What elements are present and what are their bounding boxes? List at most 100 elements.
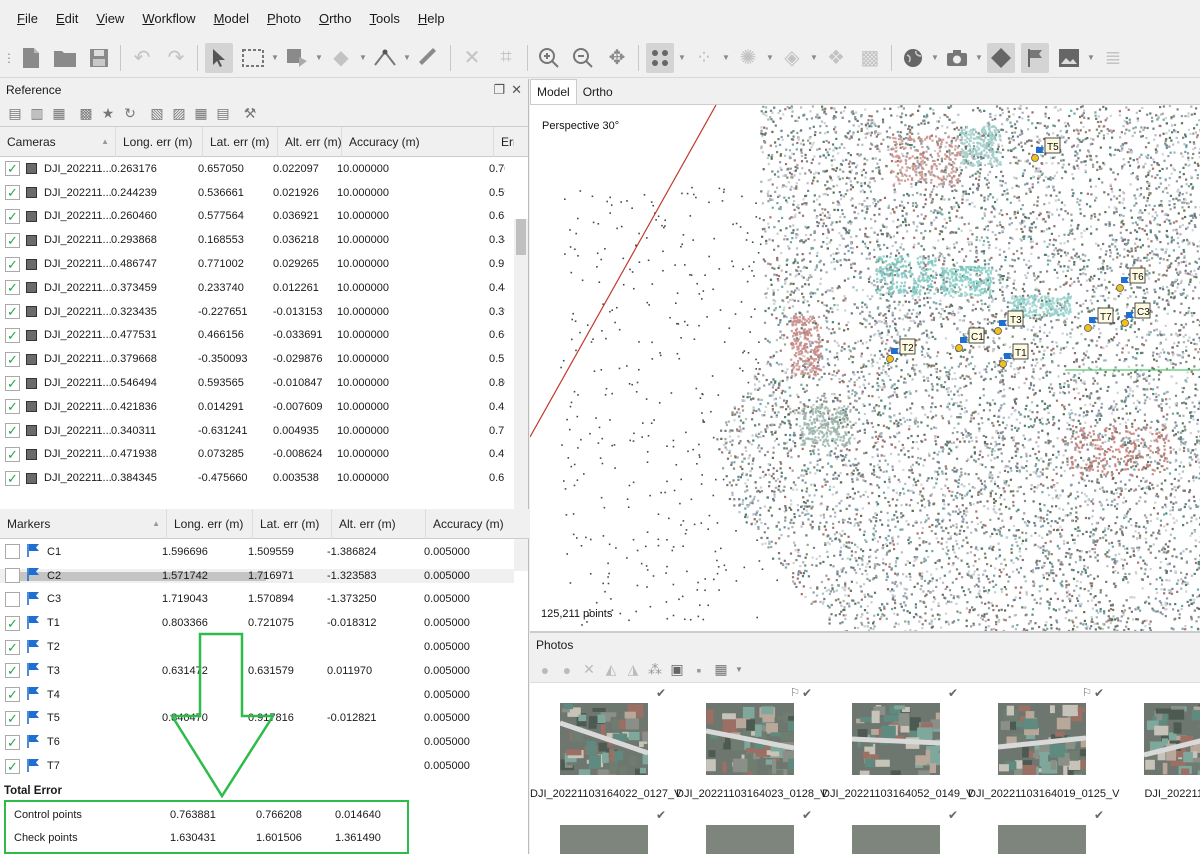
menu-help[interactable]: Help <box>409 0 454 38</box>
enable-checkbox[interactable]: ✓ <box>5 470 20 486</box>
enable-checkbox[interactable]: ✓ <box>5 687 20 703</box>
globe-icon[interactable] <box>899 43 927 73</box>
photo-image[interactable] <box>998 825 1086 854</box>
draw-dropdown-icon[interactable]: ▼ <box>359 43 367 73</box>
move-dropdown-icon[interactable]: ▼ <box>315 43 323 73</box>
view-source-icon[interactable]: ▧ <box>149 105 165 122</box>
table-row[interactable]: ✓ DJI_202211... 0.546494 0.593565 -0.010847 1… <box>0 371 528 395</box>
camera-dropdown-icon[interactable]: ▼ <box>975 43 983 73</box>
grid-view-icon[interactable]: ▦ <box>713 661 729 678</box>
col-error[interactable]: Err <box>494 127 514 157</box>
enable-checkbox[interactable]: ✓ <box>5 446 20 462</box>
photo-image[interactable] <box>998 703 1086 775</box>
move-object-icon[interactable] <box>283 43 311 73</box>
photo-image[interactable] <box>852 703 940 775</box>
col-accuracy[interactable]: Accuracy (m) <box>426 509 529 539</box>
col-alt-err[interactable]: Alt. err (m) <box>332 508 426 539</box>
dense-cloud-icon[interactable]: ⁘ <box>690 43 718 73</box>
table-row[interactable]: C1 1.596696 1.509559 -1.386824 0.005000 <box>0 540 529 564</box>
view-mode-dropdown-icon[interactable]: ▼ <box>735 662 743 678</box>
menu-view[interactable]: View <box>87 0 133 38</box>
viewport-marker-t2[interactable]: T2 <box>886 338 916 363</box>
scrollbar-thumb[interactable] <box>516 219 526 255</box>
enable-checkbox[interactable]: ✓ <box>5 399 20 415</box>
table-row[interactable]: ✓ DJI_202211... 0.340311 -0.631241 0.004935 1… <box>0 419 528 443</box>
menu-file[interactable]: File <box>8 0 47 38</box>
enable-checkbox[interactable] <box>5 544 20 560</box>
model-viewport[interactable]: T5 T6 T7 C3 T3 C1 T1 T2 Perspective 30° 125,211… <box>530 105 1200 631</box>
layers-icon[interactable]: ≣ <box>1099 43 1127 73</box>
navigation-cursor-icon[interactable] <box>205 42 233 73</box>
enable-checkbox[interactable]: ✓ <box>5 327 20 343</box>
enable-checkbox[interactable] <box>5 591 20 607</box>
table-row[interactable]: ✓ DJI_202211... 0.477531 0.466156 -0.033691 1… <box>0 324 528 348</box>
photo-thumbnail[interactable]: ✔ <box>822 805 968 854</box>
photo-thumbnail[interactable]: ✔ <box>676 805 822 854</box>
show-images-icon[interactable] <box>1055 43 1083 73</box>
crop-icon[interactable]: ⌗ <box>492 43 520 73</box>
enable-checkbox[interactable]: ✓ <box>5 185 20 201</box>
enable-checkbox[interactable]: ✓ <box>5 351 20 367</box>
enable-checkbox[interactable]: ✓ <box>5 758 20 774</box>
enable-checkbox[interactable]: ✓ <box>5 710 20 726</box>
dense-dropdown-icon[interactable]: ▼ <box>722 43 730 73</box>
rectangle-selection-icon[interactable] <box>239 43 267 73</box>
import-reference-icon[interactable]: ▤ <box>7 105 23 122</box>
redo-icon[interactable]: ↷ <box>162 43 190 73</box>
add-photo-icon[interactable]: ● <box>537 662 553 678</box>
photo-image[interactable] <box>1144 703 1200 775</box>
enable-checkbox[interactable]: ✓ <box>5 375 20 391</box>
texture-icon[interactable]: ▩ <box>856 43 884 73</box>
table-row[interactable]: ✓ DJI_202211... 0.486747 0.771002 0.029265 10… <box>0 252 528 276</box>
export-reference-icon[interactable]: ▥ <box>29 105 45 122</box>
enable-checkbox[interactable]: ✓ <box>5 734 20 750</box>
enable-checkbox[interactable]: ✓ <box>5 639 20 655</box>
shapes-icon[interactable]: ❖ <box>822 43 850 73</box>
images-dropdown-icon[interactable]: ▼ <box>1087 43 1095 73</box>
rotate-right-icon[interactable]: ◮ <box>625 661 641 678</box>
photo-thumbnail[interactable]: ⚐ ✔ DJI_20221103164019_0125_V <box>968 683 1120 803</box>
enable-checkbox[interactable]: ✓ <box>5 232 20 248</box>
star-icon[interactable]: ★ <box>100 105 116 122</box>
ruler-icon[interactable] <box>415 43 443 73</box>
show-image-icon[interactable]: ▣ <box>669 661 685 678</box>
photo-thumbnail[interactable]: ⚐ ✔ DJI_20221103164023_0128_V <box>676 683 828 803</box>
photo-image[interactable] <box>560 825 648 854</box>
table-row[interactable]: ✓ DJI_202211... 0.323435 -0.227651 -0.013153… <box>0 300 528 324</box>
undo-icon[interactable]: ↶ <box>128 43 156 73</box>
tiled-model-icon[interactable]: ◈ <box>778 43 806 73</box>
col-lat-err[interactable]: Lat. err (m) <box>253 508 332 539</box>
col-markers[interactable]: Markers ▲ <box>0 508 167 539</box>
col-long-err[interactable]: Long. err (m) <box>167 508 253 539</box>
enable-checkbox[interactable]: ✓ <box>5 663 20 679</box>
tab-ortho[interactable]: Ortho <box>577 80 619 104</box>
photo-thumbnail[interactable]: ✔ <box>530 805 676 854</box>
open-folder-icon[interactable] <box>51 43 79 73</box>
remove-photo-icon[interactable]: ● <box>559 662 575 678</box>
table-settings-icon[interactable]: ▤ <box>215 105 231 122</box>
enable-checkbox[interactable]: ✓ <box>5 208 20 224</box>
photo-image[interactable] <box>706 825 794 854</box>
photo-image[interactable] <box>560 703 648 775</box>
tiled-dropdown-icon[interactable]: ▼ <box>810 43 818 73</box>
tab-model[interactable]: Model <box>530 79 577 104</box>
table-row[interactable]: ✓ DJI_202211... 0.471938 0.073285 -0.008624 1… <box>0 443 528 467</box>
table-row[interactable]: ✓ DJI_202211... 0.263176 0.657050 0.022097 10… <box>0 157 528 181</box>
table-row[interactable]: ✓ DJI_202211... 0.384345 -0.475660 0.003538 1… <box>0 466 528 490</box>
enable-checkbox[interactable]: ✓ <box>5 423 20 439</box>
menu-model[interactable]: Model <box>205 0 258 38</box>
draw-shape-icon[interactable]: ◆ <box>327 43 355 73</box>
convert-reference-icon[interactable]: ▦ <box>51 105 67 122</box>
col-cameras[interactable]: Cameras ▲ <box>0 126 116 157</box>
menu-workflow[interactable]: Workflow <box>133 0 204 38</box>
menu-photo[interactable]: Photo <box>258 0 310 38</box>
reference-settings-icon[interactable]: ⚒ <box>242 105 258 122</box>
draw-polyline-icon[interactable] <box>371 43 399 73</box>
col-alt-err[interactable]: Alt. err (m) <box>278 126 342 157</box>
menu-ortho[interactable]: Ortho <box>310 0 361 38</box>
photo-thumbnail[interactable]: ✔ <box>968 805 1114 854</box>
table-row[interactable]: C3 1.719043 1.570894 -1.373250 0.005000 <box>0 588 529 612</box>
float-panel-icon[interactable]: ❐ <box>493 82 505 98</box>
enable-checkbox[interactable]: ✓ <box>5 256 20 272</box>
rotate-left-icon[interactable]: ◭ <box>603 661 619 678</box>
